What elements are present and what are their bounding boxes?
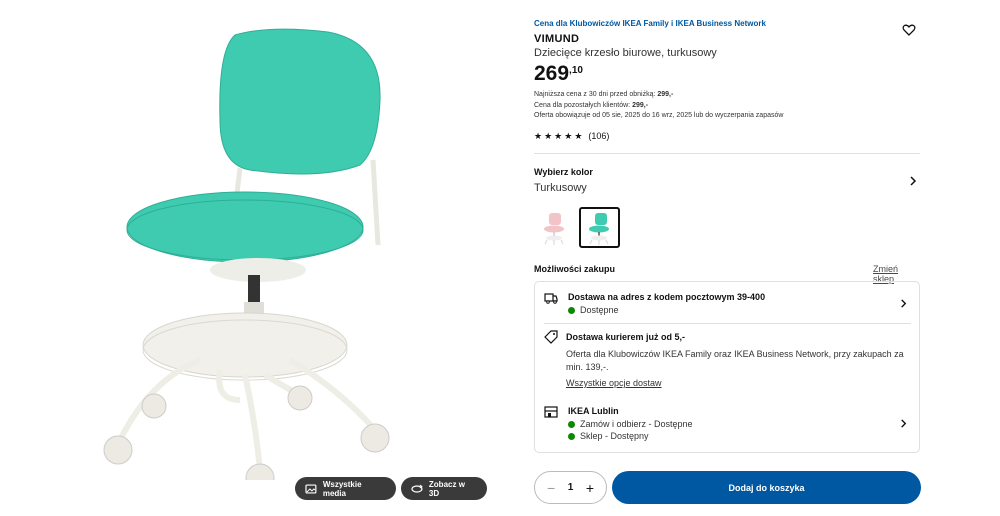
delivery-status: Dostępne [568,305,619,315]
all-media-label: Wszystkie media [322,479,362,498]
price-legal-info: Najniższa cena z 30 dni przed obniżką: 2… [534,90,783,122]
selected-color: Turkusowy [534,182,587,194]
courier-title: Dostawa kurierem już od 5,- [566,332,686,342]
store-icon [544,406,558,418]
rating-count: (106) [588,131,610,141]
add-to-cart-button[interactable]: Dodaj do koszyka [612,471,921,504]
star-icon: ★ [564,130,573,141]
purchase-options-box: Dostawa na adres z kodem pocztowym 39-40… [534,281,920,453]
star-icon: ★ [544,130,553,141]
turquoise-chair-thumbnail [589,213,609,245]
rating[interactable]: ★ ★ ★ ★ ★ (106) [534,131,609,141]
lowest-price-value: 299,- [657,91,674,98]
price-tag-icon [544,330,558,344]
chevron-right-icon[interactable] [899,419,908,428]
delivery-title: Dostawa na adres z kodem pocztowym 39-40… [568,292,766,302]
color-swatch-pink[interactable] [534,207,575,248]
divider [534,153,920,154]
store-instore-status: Sklep - Dostępny [568,431,649,441]
quantity-value[interactable]: 1 [568,482,574,493]
courier-offer-text: Oferta dla Klubowiczów IKEA Family oraz … [566,349,904,372]
available-dot [568,420,575,428]
regular-price-value: 299,- [632,101,649,109]
view-3d-label: Zobacz w 3D [428,479,465,498]
product-image[interactable] [90,20,390,480]
all-delivery-options-link[interactable]: Wszystkie opcje dostaw [566,378,662,388]
star-icon: ★ [534,130,543,141]
offer-validity: Oferta obowiązuje od 05 sie, 2025 do 16 … [534,112,784,119]
star-icon: ★ [554,130,563,141]
product-name: VIMUND [534,33,580,45]
store-pickup-text: Zamów i odbierz - Dostępne [580,419,693,429]
promo-label: Cena dla Klubowiczów IKEA Family i IKEA … [534,19,766,28]
product-description: Dziecięce krzesło biurowe, turkusowy [534,47,717,59]
pink-chair-thumbnail [544,213,564,245]
lowest-price-label: Najniższa cena z 30 dni przed obniżką: [534,91,656,98]
store-title: IKEA Lublin [568,406,619,416]
regular-price-label: Cena dla pozostałych klientów: [534,101,631,109]
rating-stars: ★ ★ ★ ★ ★ [534,130,583,141]
decrease-quantity-button[interactable]: − [547,480,555,496]
product-media: Wszystkie media Zobacz w 3D [0,0,520,516]
chevron-right-icon[interactable] [908,176,918,186]
half-star-icon: ★ [574,130,583,141]
increase-quantity-button[interactable]: + [586,480,594,496]
store-instore-text: Sklep - Dostępny [580,431,649,441]
price-integer: 269 [534,62,570,85]
gallery-icon [305,483,317,494]
color-section-title: Wybierz kolor [534,167,593,177]
truck-icon [544,293,558,304]
view-3d-button[interactable]: Zobacz w 3D [401,477,487,500]
rotate-3d-icon [411,484,423,493]
color-swatch-turquoise[interactable] [579,207,620,248]
available-dot [568,306,575,314]
product-price: 269 ,10 [534,62,583,86]
heart-icon[interactable] [902,23,916,37]
purchase-options-title: Możliwości zakupu [534,264,616,274]
price-decimal: ,10 [569,65,583,76]
quantity-stepper: − 1 + [534,471,607,504]
delivery-status-text: Dostępne [580,305,619,315]
divider [544,323,911,324]
available-dot [568,432,575,440]
all-media-button[interactable]: Wszystkie media [295,477,396,500]
store-pickup-status: Zamów i odbierz - Dostępne [568,419,693,429]
chevron-right-icon[interactable] [899,299,908,308]
